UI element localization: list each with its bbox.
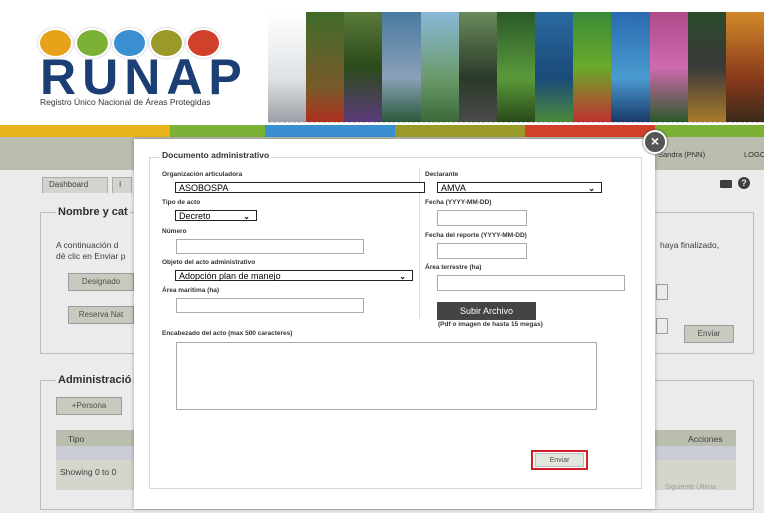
encabezado-label: Encabezado del acto (max 500 caracteres) (162, 330, 293, 337)
tipo-acto-select[interactable]: Decreto ⌄ (175, 210, 257, 221)
encabezado-textarea[interactable] (176, 342, 597, 410)
enviar-button[interactable]: Enviar (535, 453, 584, 467)
area-terrestre-label: Área terrestre (ha) (425, 264, 482, 271)
area-maritima-label: Área marítima (ha) (162, 287, 220, 294)
objeto-label: Objeto del acto administrativo (162, 259, 256, 266)
numero-label: Número (162, 228, 187, 235)
upload-hint: (Pdf o imagen de hasta 15 megas) (438, 321, 543, 328)
tipo-acto-label: Tipo de acto (162, 199, 201, 206)
fecha-input[interactable] (437, 210, 527, 226)
organizacion-select[interactable]: ASOBOSPA (175, 182, 425, 193)
chevron-down-icon: ⌄ (588, 184, 595, 193)
chevron-down-icon: ⌄ (399, 272, 406, 281)
area-maritima-input[interactable] (176, 298, 364, 313)
fecha-label: Fecha (YYYY-MM-DD) (425, 199, 492, 206)
declarante-select[interactable]: AMVA ⌄ (437, 182, 602, 193)
logo-text: RUNAP (40, 49, 248, 105)
organizacion-label: Organización articuladora (162, 171, 243, 178)
fecha-reporte-input[interactable] (437, 243, 527, 259)
fecha-reporte-label: Fecha del reporte (YYYY-MM-DD) (425, 232, 527, 239)
fieldset-legend: Documento administrativo (160, 150, 272, 160)
chevron-down-icon: ⌄ (243, 212, 250, 221)
area-terrestre-input[interactable] (437, 275, 625, 291)
upload-file-button[interactable]: Subir Archivo (437, 302, 536, 320)
header-banner-image (268, 12, 764, 123)
objeto-select[interactable]: Adopción plan de manejo ⌄ (175, 270, 413, 281)
document-fieldset (149, 157, 642, 489)
numero-input[interactable] (176, 239, 364, 254)
logo-subtitle: Registro Único Nacional de Áreas Protegi… (40, 97, 211, 107)
declarante-label: Declarante (425, 171, 459, 178)
close-icon[interactable]: × (643, 130, 667, 154)
